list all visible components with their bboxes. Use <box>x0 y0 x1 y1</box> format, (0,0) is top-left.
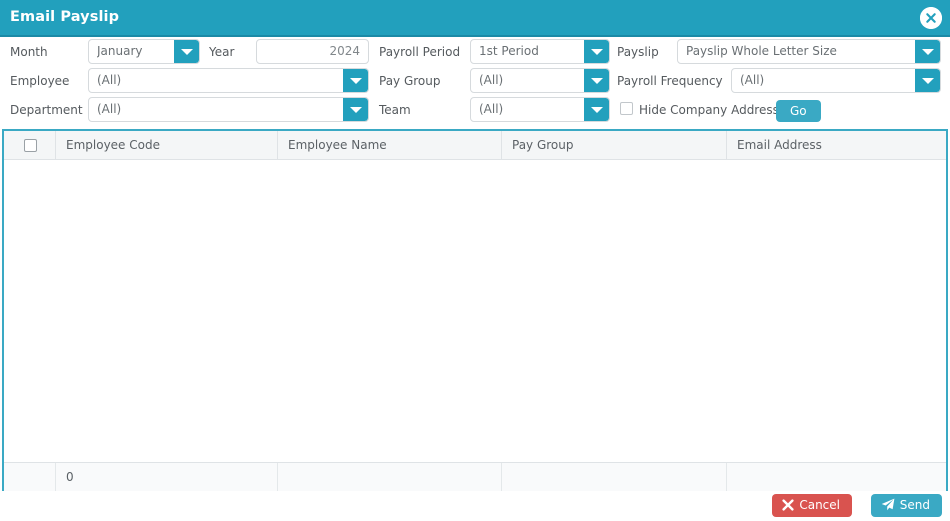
email-payslip-dialog: Email Payslip Month January Year 2024 Pa… <box>0 0 950 521</box>
department-value: (All) <box>97 102 122 116</box>
employee-value: (All) <box>97 73 122 87</box>
month-label: Month <box>10 45 48 59</box>
department-select[interactable]: (All) <box>88 97 369 122</box>
chevron-down-icon[interactable] <box>915 40 940 63</box>
month-select[interactable]: January <box>88 39 200 64</box>
cancel-button-label: Cancel <box>799 498 840 512</box>
chevron-down-icon[interactable] <box>343 98 368 121</box>
send-button-label: Send <box>899 498 930 512</box>
pay-group-select[interactable]: (All) <box>470 68 610 93</box>
cancel-button[interactable]: Cancel <box>772 494 852 517</box>
chevron-down-icon[interactable] <box>915 69 940 92</box>
payroll-frequency-select[interactable]: (All) <box>731 68 941 93</box>
grid-footer-pay-group <box>502 463 727 491</box>
payroll-period-label: Payroll Period <box>379 45 461 59</box>
send-button[interactable]: Send <box>870 494 942 517</box>
pay-group-label: Pay Group <box>379 74 441 88</box>
payslip-label: Payslip <box>617 45 659 59</box>
department-label: Department <box>10 103 83 117</box>
filter-panel: Month January Year 2024 Payroll Period 1… <box>0 37 950 127</box>
x-mark-icon <box>782 499 794 511</box>
dialog-titlebar: Email Payslip <box>0 0 950 37</box>
grid-header-pay-group[interactable]: Pay Group <box>502 131 727 159</box>
grid-footer-employee-name <box>278 463 502 491</box>
grid-footer-select <box>4 463 56 491</box>
chevron-down-icon[interactable] <box>584 98 609 121</box>
grid-footer-row: 0 <box>4 462 946 491</box>
employee-grid: Employee Code Employee Name Pay Group Em… <box>2 129 948 491</box>
hide-company-address-label: Hide Company Address <box>639 103 779 117</box>
year-label: Year <box>209 45 235 59</box>
employee-label: Employee <box>10 74 70 88</box>
dialog-action-bar: Cancel Send <box>0 491 950 521</box>
select-all-checkbox[interactable] <box>24 139 37 152</box>
year-input[interactable]: 2024 <box>256 39 369 64</box>
filter-row-2: Employee (All) Pay Group (All) Payroll F… <box>0 68 950 97</box>
filter-row-1: Month January Year 2024 Payroll Period 1… <box>0 39 950 68</box>
payroll-frequency-label: Payroll Frequency <box>617 74 723 88</box>
month-value: January <box>97 44 143 58</box>
chevron-down-icon[interactable] <box>343 69 368 92</box>
pay-group-value: (All) <box>479 73 504 87</box>
grid-header-employee-name[interactable]: Employee Name <box>278 131 502 159</box>
grid-footer-count: 0 <box>56 463 278 491</box>
payroll-period-value: 1st Period <box>479 44 539 58</box>
hide-company-address-checkbox[interactable] <box>620 102 633 115</box>
dialog-title: Email Payslip <box>10 9 120 25</box>
grid-header-email-address[interactable]: Email Address <box>727 131 946 159</box>
team-select[interactable]: (All) <box>470 97 610 122</box>
team-value: (All) <box>479 102 504 116</box>
payslip-select[interactable]: Payslip Whole Letter Size <box>677 39 941 64</box>
grid-body <box>4 160 946 462</box>
grid-footer-email-address <box>727 463 946 491</box>
chevron-down-icon[interactable] <box>584 69 609 92</box>
payroll-frequency-value: (All) <box>740 73 765 87</box>
grid-header-row: Employee Code Employee Name Pay Group Em… <box>4 131 946 160</box>
payroll-period-select[interactable]: 1st Period <box>470 39 610 64</box>
year-value: 2024 <box>329 44 360 58</box>
grid-header-employee-code[interactable]: Employee Code <box>56 131 278 159</box>
grid-header-select <box>4 131 56 159</box>
chevron-down-icon[interactable] <box>584 40 609 63</box>
employee-select[interactable]: (All) <box>88 68 369 93</box>
chevron-down-icon[interactable] <box>174 40 199 63</box>
go-button[interactable]: Go <box>776 100 821 122</box>
payslip-value: Payslip Whole Letter Size <box>686 44 837 58</box>
filter-row-3: Department (All) Team (All) Hide Company… <box>0 97 950 126</box>
paper-plane-icon <box>881 498 895 511</box>
close-icon[interactable] <box>920 7 942 29</box>
team-label: Team <box>379 103 411 117</box>
